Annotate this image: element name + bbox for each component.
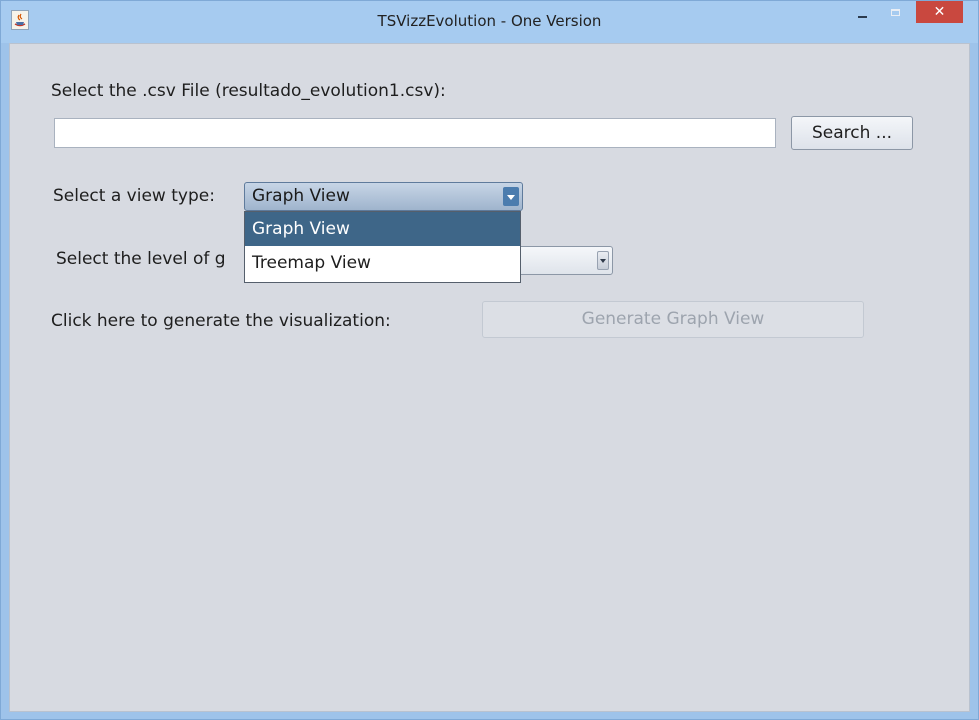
minimize-icon[interactable] xyxy=(848,1,877,27)
chevron-down-icon[interactable] xyxy=(597,251,609,270)
close-icon[interactable]: ✕ xyxy=(916,1,963,23)
generate-label: Click here to generate the visualization… xyxy=(51,311,391,331)
generate-graph-view-button[interactable]: Generate Graph View xyxy=(482,301,864,338)
file-label: Select the .csv File (resultado_evolutio… xyxy=(51,81,446,101)
view-type-combobox[interactable]: Graph View xyxy=(244,182,523,211)
main-panel: Select the .csv File (resultado_evolutio… xyxy=(9,43,970,712)
search-button[interactable]: Search ... xyxy=(791,116,913,150)
view-type-dropdown-list: Graph View Treemap View xyxy=(244,211,521,283)
title-bar[interactable]: TSVizzEvolution - One Version ✕ xyxy=(1,1,978,43)
view-type-selected-value: Graph View xyxy=(252,186,350,206)
window-title: TSVizzEvolution - One Version xyxy=(377,12,602,30)
chevron-down-icon[interactable] xyxy=(503,187,519,206)
dropdown-option-graph-view[interactable]: Graph View xyxy=(245,212,520,246)
file-path-input[interactable] xyxy=(54,118,776,148)
app-window: TSVizzEvolution - One Version ✕ Select t… xyxy=(0,0,979,720)
dropdown-option-treemap-view[interactable]: Treemap View xyxy=(245,246,520,280)
view-type-label: Select a view type: xyxy=(53,186,215,206)
granularity-level-combobox[interactable] xyxy=(515,246,613,275)
granularity-level-label: Select the level of g xyxy=(56,249,226,269)
maximize-icon[interactable] xyxy=(881,1,910,27)
